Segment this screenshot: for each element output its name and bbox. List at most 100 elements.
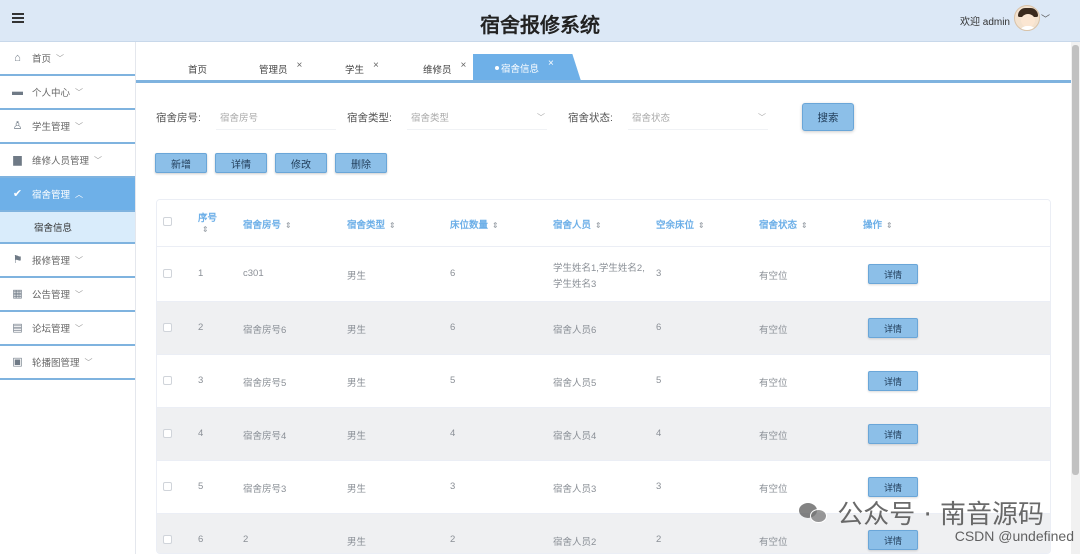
- sort-icon[interactable]: ⇕: [698, 221, 705, 230]
- row-checkbox[interactable]: [163, 376, 172, 385]
- chevron-down-icon[interactable]: ﹀: [1041, 12, 1050, 25]
- cell-free: 4: [656, 428, 662, 439]
- col-label: 宿舍类型: [347, 220, 386, 231]
- col-index[interactable]: 序号 ⇕: [198, 210, 217, 235]
- cell-members: 宿舍人员4: [553, 431, 597, 442]
- sidebar-item-home[interactable]: ⌂ 首页 ﹀: [0, 42, 135, 76]
- chevron-down-icon: ﹀: [75, 87, 84, 97]
- cell-room: 宿舍房号6: [243, 325, 287, 336]
- cell-beds: 5: [450, 375, 456, 386]
- row-checkbox[interactable]: [163, 429, 172, 438]
- col-free[interactable]: 空余床位 ⇕: [656, 217, 705, 231]
- sidebar-item-label: 个人中心: [32, 88, 71, 99]
- chevron-down-icon: ﹀: [94, 155, 103, 165]
- document-icon: ▤: [12, 321, 23, 334]
- row-detail-button[interactable]: 详情: [868, 371, 918, 391]
- search-button[interactable]: 搜索: [802, 103, 854, 131]
- tab-repairers[interactable]: 维修员 ×: [423, 58, 466, 80]
- sidebar-item-repairs[interactable]: ⚑ 报修管理 ﹀: [0, 244, 135, 278]
- tab-students[interactable]: 学生 ×: [345, 58, 379, 80]
- status-select[interactable]: 宿舍状态: [628, 104, 768, 130]
- cell-members: 学生姓名1,学生姓名2,: [553, 263, 645, 274]
- cell-members-line2: 学生姓名3: [553, 279, 597, 290]
- cell-status: 有空位: [759, 271, 788, 282]
- sidebar-item-label: 报修管理: [32, 256, 71, 267]
- sidebar-item-label: 维修人员管理: [32, 156, 90, 167]
- close-icon[interactable]: ×: [548, 58, 554, 69]
- cell-type: 男生: [347, 484, 367, 495]
- row-checkbox[interactable]: [163, 323, 172, 332]
- table-header: 序号 ⇕ 宿舍房号 ⇕ 宿舍类型 ⇕ 床位数量 ⇕ 宿舍人员 ⇕ 空余床位 ⇕ 宿舍状态 ⇕ …: [157, 200, 1050, 246]
- cell-type: 男生: [347, 431, 367, 442]
- sidebar-item-label: 轮播图管理: [32, 358, 80, 369]
- sort-icon[interactable]: ⇕: [801, 221, 808, 230]
- sidebar-subitem-dorm-info[interactable]: 宿舍信息: [0, 212, 135, 244]
- sidebar-item-forum[interactable]: ▤ 论坛管理 ﹀: [0, 312, 135, 346]
- sort-icon[interactable]: ⇕: [285, 221, 292, 230]
- delete-button[interactable]: 删除: [335, 153, 387, 173]
- cell-beds: 6: [450, 322, 456, 333]
- row-detail-button[interactable]: 详情: [868, 424, 918, 444]
- close-icon[interactable]: ×: [297, 60, 303, 71]
- sort-icon[interactable]: ⇕: [886, 221, 893, 230]
- row-detail-button[interactable]: 详情: [868, 530, 918, 550]
- sidebar-item-repairers[interactable]: ▆ 维修人员管理 ﹀: [0, 144, 135, 178]
- cell-index: 6: [198, 534, 204, 545]
- tab-admins[interactable]: 管理员 ×: [259, 58, 302, 80]
- cell-free: 2: [656, 534, 662, 545]
- col-beds[interactable]: 床位数量 ⇕: [450, 217, 499, 231]
- sort-icon[interactable]: ⇕: [492, 221, 499, 230]
- cell-members: 宿舍人员2: [553, 537, 597, 548]
- status-label: 宿舍状态:: [568, 112, 613, 124]
- detail-button[interactable]: 详情: [215, 153, 267, 173]
- col-label: 宿舍人员: [553, 220, 592, 231]
- select-all-checkbox[interactable]: [163, 217, 172, 226]
- cell-members: 宿舍人员6: [553, 325, 597, 336]
- tab-dorm-info[interactable]: 宿舍信息 ×: [473, 54, 581, 81]
- tab-home[interactable]: 首页: [188, 58, 207, 80]
- row-checkbox[interactable]: [163, 535, 172, 544]
- sidebar-item-carousel[interactable]: ▣ 轮播图管理 ﹀: [0, 346, 135, 380]
- chevron-down-icon: ﹀: [537, 113, 545, 122]
- col-type[interactable]: 宿舍类型 ⇕: [347, 217, 396, 231]
- active-dot-icon: [495, 65, 499, 70]
- watermark: 公众号 · 南音源码: [799, 494, 1044, 531]
- csdn-watermark: CSDN @undefined: [954, 528, 1074, 544]
- col-room[interactable]: 宿舍房号 ⇕: [243, 217, 292, 231]
- cell-index: 2: [198, 322, 204, 333]
- scrollbar-thumb[interactable]: [1072, 45, 1079, 475]
- add-button[interactable]: 新增: [155, 153, 207, 173]
- row-checkbox[interactable]: [163, 269, 172, 278]
- tab-label: 首页: [188, 65, 208, 76]
- row-detail-button[interactable]: 详情: [868, 264, 918, 284]
- chevron-down-icon: ﹀: [84, 357, 93, 367]
- col-label: 序号: [198, 213, 218, 224]
- cell-status: 有空位: [759, 484, 788, 495]
- cell-type: 男生: [347, 537, 367, 548]
- close-icon[interactable]: ×: [373, 60, 379, 71]
- edit-button[interactable]: 修改: [275, 153, 327, 173]
- avatar[interactable]: [1014, 5, 1040, 31]
- chevron-down-icon: ﹀: [758, 113, 766, 122]
- sidebar-item-label: 首页: [32, 54, 52, 65]
- top-header: 宿舍报修系统 欢迎 admin ﹀: [0, 0, 1080, 42]
- sidebar-item-dorms[interactable]: ✔ 宿舍管理 ︿: [0, 178, 135, 212]
- room-input[interactable]: 宿舍房号: [216, 104, 336, 130]
- col-status[interactable]: 宿舍状态 ⇕: [759, 217, 808, 231]
- sidebar-item-notices[interactable]: ▦ 公告管理 ﹀: [0, 278, 135, 312]
- type-select[interactable]: 宿舍类型: [407, 104, 547, 130]
- tab-label: 学生: [345, 65, 365, 76]
- row-checkbox[interactable]: [163, 482, 172, 491]
- col-members[interactable]: 宿舍人员 ⇕: [553, 217, 602, 231]
- cell-type: 男生: [347, 325, 367, 336]
- sort-icon[interactable]: ⇕: [389, 221, 396, 230]
- row-detail-button[interactable]: 详情: [868, 318, 918, 338]
- cell-status: 有空位: [759, 431, 788, 442]
- col-label: 床位数量: [450, 220, 489, 231]
- tab-bar: 首页 管理员 × 学生 × 维修员 × 宿舍信息 ×: [136, 42, 1080, 83]
- close-icon[interactable]: ×: [461, 60, 467, 71]
- wallet-icon: ▬: [12, 85, 23, 98]
- cell-room: 2: [243, 534, 249, 545]
- sort-icon[interactable]: ⇕: [595, 221, 602, 230]
- sort-icon[interactable]: ⇕: [202, 225, 209, 234]
